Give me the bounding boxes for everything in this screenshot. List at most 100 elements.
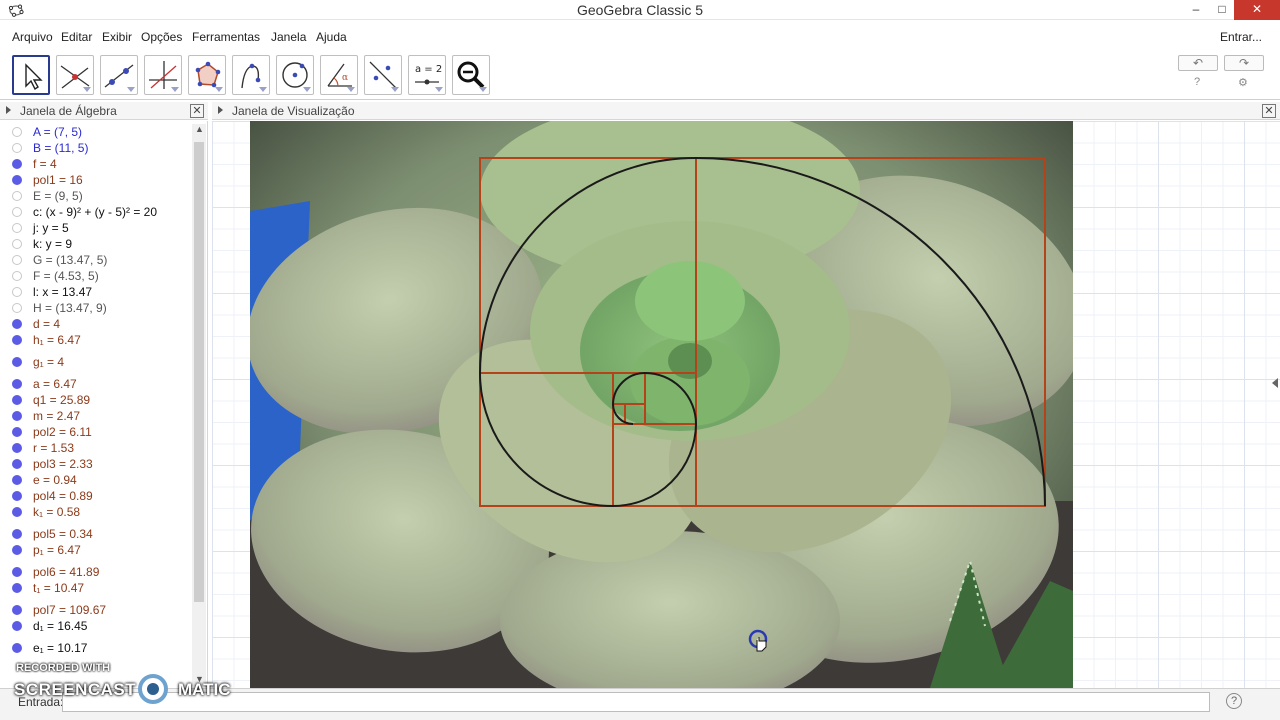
algebra-item[interactable]: l: x = 13.47 xyxy=(0,283,190,299)
algebra-item[interactable]: G = (13.47, 5) xyxy=(0,251,190,267)
angle-tool-button[interactable]: α xyxy=(320,55,358,95)
visibility-toggle[interactable] xyxy=(12,159,22,169)
visibility-toggle[interactable] xyxy=(12,567,22,577)
algebra-item[interactable]: g₁ = 4 xyxy=(0,353,190,369)
move-tool-button[interactable] xyxy=(12,55,50,95)
algebra-item[interactable]: t₁ = 10.47 xyxy=(0,579,190,595)
algebra-item[interactable]: d₁ = 16.45 xyxy=(0,617,190,633)
algebra-item[interactable]: d = 4 xyxy=(0,315,190,331)
maximize-button[interactable]: □ xyxy=(1208,0,1236,20)
visibility-toggle[interactable] xyxy=(12,583,22,593)
algebra-item[interactable]: pol2 = 6.11 xyxy=(0,423,190,439)
algebra-item[interactable]: e₁ = 10.17 xyxy=(0,639,190,655)
visibility-toggle[interactable] xyxy=(12,643,22,653)
algebra-item[interactable]: pol4 = 0.89 xyxy=(0,487,190,503)
input-help-icon[interactable]: ? xyxy=(1226,693,1242,709)
curve-tool-button[interactable] xyxy=(232,55,270,95)
visibility-toggle[interactable] xyxy=(12,411,22,421)
visibility-toggle[interactable] xyxy=(12,459,22,469)
slider-tool-button[interactable]: a = 2 xyxy=(408,55,446,95)
reflect-tool-button[interactable] xyxy=(364,55,402,95)
sign-in-link[interactable]: Entrar... xyxy=(1220,30,1262,44)
visibility-toggle[interactable] xyxy=(12,319,22,329)
visibility-toggle[interactable] xyxy=(12,491,22,501)
visibility-toggle[interactable] xyxy=(12,443,22,453)
algebra-item[interactable]: m = 2.47 xyxy=(0,407,190,423)
graphics-view[interactable] xyxy=(212,121,1280,688)
visibility-toggle[interactable] xyxy=(12,143,22,153)
visibility-toggle[interactable] xyxy=(12,605,22,615)
algebra-item-text: f = 4 xyxy=(33,157,57,171)
perpendicular-tool-button[interactable] xyxy=(144,55,182,95)
algebra-item[interactable]: f = 4 xyxy=(0,155,190,171)
close-algebra-view-button[interactable]: ✕ xyxy=(190,104,204,118)
expand-arrow-icon[interactable] xyxy=(218,106,223,114)
menu-ajuda[interactable]: Ajuda xyxy=(316,30,347,44)
algebra-item-text: k: y = 9 xyxy=(33,237,73,251)
menu-ferramentas[interactable]: Ferramentas xyxy=(192,30,260,44)
visibility-toggle[interactable] xyxy=(12,207,22,217)
algebra-item[interactable]: k: y = 9 xyxy=(0,235,190,251)
visibility-toggle[interactable] xyxy=(12,395,22,405)
menu-opcoes[interactable]: Opções xyxy=(141,30,182,44)
algebra-item[interactable]: q1 = 25.89 xyxy=(0,391,190,407)
algebra-item[interactable]: F = (4.53, 5) xyxy=(0,267,190,283)
algebra-item[interactable]: pol3 = 2.33 xyxy=(0,455,190,471)
zoom-tool-button[interactable] xyxy=(452,55,490,95)
algebra-item[interactable]: B = (11, 5) xyxy=(0,139,190,155)
menu-exibir[interactable]: Exibir xyxy=(102,30,132,44)
algebra-item[interactable]: pol7 = 109.67 xyxy=(0,601,190,617)
visibility-toggle[interactable] xyxy=(12,287,22,297)
scroll-up-arrow-icon[interactable]: ▲ xyxy=(195,124,204,134)
visibility-toggle[interactable] xyxy=(12,529,22,539)
undo-button[interactable]: ↶ xyxy=(1178,55,1218,71)
gear-icon[interactable]: ⚙ xyxy=(1238,76,1248,89)
algebra-item[interactable]: E = (9, 5) xyxy=(0,187,190,203)
redo-button[interactable]: ↷ xyxy=(1224,55,1264,71)
visibility-toggle[interactable] xyxy=(12,239,22,249)
visibility-toggle[interactable] xyxy=(12,191,22,201)
menu-arquivo[interactable]: Arquivo xyxy=(12,30,53,44)
expand-arrow-icon[interactable] xyxy=(6,106,11,114)
algebra-item[interactable]: pol6 = 41.89 xyxy=(0,563,190,579)
algebra-item[interactable]: c: (x - 9)² + (y - 5)² = 20 xyxy=(0,203,190,219)
algebra-item[interactable]: A = (7, 5) xyxy=(0,123,190,139)
circle-tool-button[interactable] xyxy=(276,55,314,95)
visibility-toggle[interactable] xyxy=(12,335,22,345)
algebra-item[interactable]: p₁ = 6.47 xyxy=(0,541,190,557)
visibility-toggle[interactable] xyxy=(12,255,22,265)
visibility-toggle[interactable] xyxy=(12,175,22,185)
visibility-toggle[interactable] xyxy=(12,127,22,137)
algebra-item[interactable]: a = 6.47 xyxy=(0,375,190,391)
help-icon[interactable]: ? xyxy=(1194,76,1200,88)
scrollbar-thumb[interactable] xyxy=(194,142,204,602)
minimize-button[interactable]: – xyxy=(1182,0,1210,20)
algebra-item[interactable]: r = 1.53 xyxy=(0,439,190,455)
visibility-toggle[interactable] xyxy=(12,475,22,485)
polygon-tool-button[interactable] xyxy=(188,55,226,95)
algebra-item[interactable]: h₁ = 6.47 xyxy=(0,331,190,347)
algebra-item[interactable]: k₁ = 0.58 xyxy=(0,503,190,519)
visibility-toggle[interactable] xyxy=(12,427,22,437)
visibility-toggle[interactable] xyxy=(12,545,22,555)
algebra-item[interactable]: H = (13.47, 9) xyxy=(0,299,190,315)
expand-panel-arrow-icon[interactable] xyxy=(1272,378,1278,388)
close-window-button[interactable]: ✕ xyxy=(1234,0,1280,20)
menu-janela[interactable]: Janela xyxy=(271,30,306,44)
algebra-item[interactable]: pol5 = 0.34 xyxy=(0,525,190,541)
menu-editar[interactable]: Editar xyxy=(61,30,92,44)
visibility-toggle[interactable] xyxy=(12,379,22,389)
algebra-scrollbar[interactable]: ▲ ▼ xyxy=(192,124,206,686)
close-graphics-view-button[interactable]: ✕ xyxy=(1262,104,1276,118)
visibility-toggle[interactable] xyxy=(12,507,22,517)
visibility-toggle[interactable] xyxy=(12,621,22,631)
visibility-toggle[interactable] xyxy=(12,223,22,233)
algebra-item[interactable]: j: y = 5 xyxy=(0,219,190,235)
visibility-toggle[interactable] xyxy=(12,303,22,313)
algebra-item[interactable]: pol1 = 16 xyxy=(0,171,190,187)
point-tool-button[interactable] xyxy=(56,55,94,95)
algebra-item[interactable]: e = 0.94 xyxy=(0,471,190,487)
visibility-toggle[interactable] xyxy=(12,357,22,367)
line-tool-button[interactable] xyxy=(100,55,138,95)
visibility-toggle[interactable] xyxy=(12,271,22,281)
